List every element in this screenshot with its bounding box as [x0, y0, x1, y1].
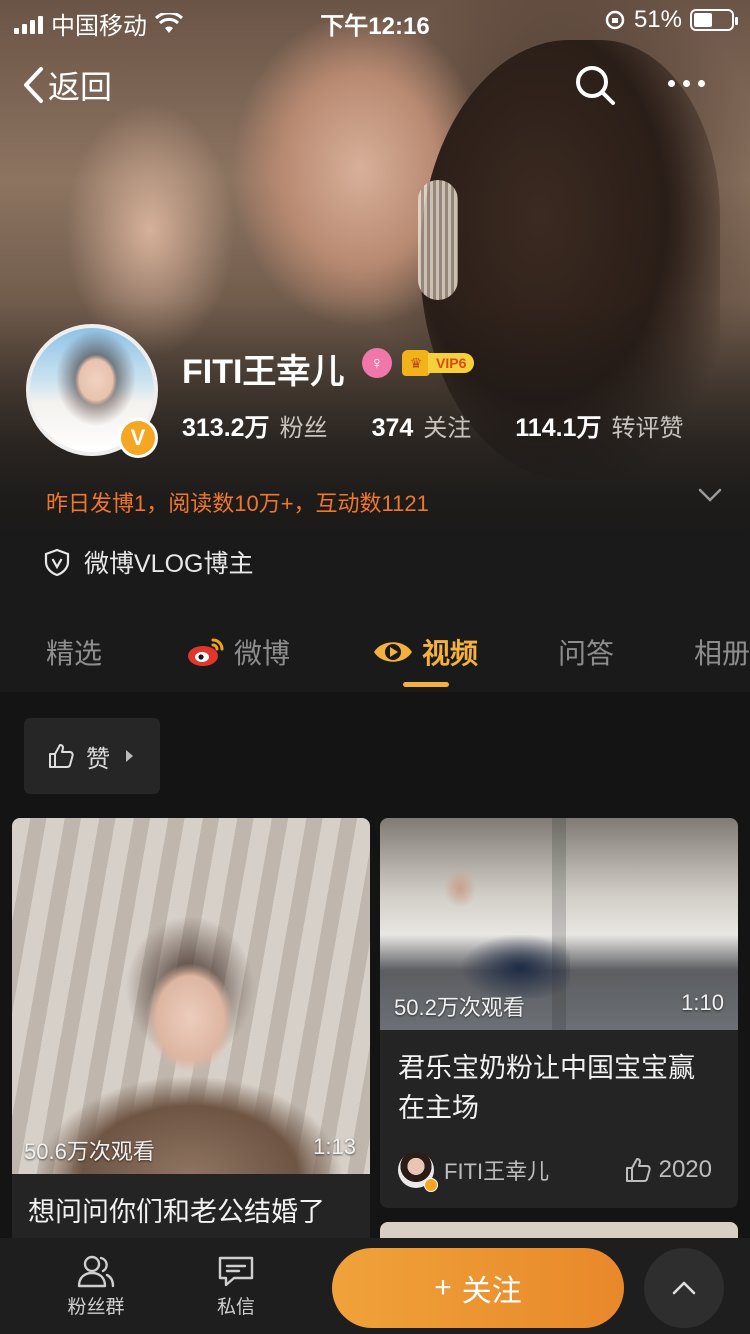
user-name: FITI王幸儿 [182, 353, 345, 391]
tab-videos[interactable]: 视频 [372, 632, 478, 672]
verification-label: 微博VLOG博主 [84, 550, 254, 578]
video-duration: 1:10 [681, 990, 724, 1015]
stat-following[interactable]: 374 关注 [372, 408, 472, 443]
author-name: FITI王幸儿 [444, 1159, 550, 1184]
verification-row: 微博VLOG博主 [44, 544, 253, 580]
stat-interactions[interactable]: 114.1万 转评赞 [515, 408, 683, 444]
view-count: 50.2万次观看 [394, 995, 525, 1020]
status-right: 51% [604, 6, 738, 34]
video-card[interactable]: 50.6万次观看 1:13 想问问你们和老公结婚了 [12, 818, 370, 1258]
thumbnail-figure [430, 858, 570, 998]
verified-badge-icon: V [118, 418, 158, 458]
tab-qa[interactable]: 问答 [558, 632, 614, 672]
status-bar: 中国移动 下午12:16 51% [0, 0, 750, 40]
more-dot-icon [668, 80, 675, 87]
tab-label: 相册 [694, 638, 750, 669]
tab-label: 精选 [46, 638, 103, 669]
cover-photo-earring [418, 180, 458, 300]
verified-badge-icon [424, 1178, 438, 1192]
search-icon [576, 66, 615, 105]
thumbs-up-icon [625, 1158, 651, 1182]
vip-badge[interactable]: ♛ VIP6 [402, 350, 475, 376]
follow-button[interactable]: + 关注 [332, 1248, 624, 1328]
messages-label: 私信 [216, 1297, 255, 1318]
back-label: 返回 [48, 69, 113, 105]
stat-value: 374 [371, 414, 414, 442]
more-dot-icon [698, 80, 705, 87]
scroll-to-top-button[interactable] [644, 1248, 724, 1328]
activity-summary: 昨日发博1，阅读数10万+，互动数1121 [46, 491, 429, 516]
video-eye-icon [374, 642, 412, 662]
view-count: 50.6万次观看 [24, 1139, 155, 1164]
battery-icon [690, 9, 738, 31]
caret-right-icon [126, 750, 133, 762]
fans-group-button[interactable]: 粉丝群 [56, 1254, 136, 1319]
more-button[interactable] [668, 80, 705, 87]
stat-label: 关注 [423, 415, 472, 442]
back-button[interactable]: 返回 [22, 62, 112, 108]
battery-percent: 51% [633, 6, 682, 33]
plus-icon: + [434, 1271, 452, 1304]
stat-label: 粉丝 [279, 415, 328, 442]
female-gender-icon: ♀ [362, 348, 392, 378]
expand-info-button[interactable] [698, 488, 722, 507]
users-icon [77, 1255, 115, 1288]
tab-album[interactable]: 相册 [694, 632, 750, 672]
shield-v-icon [44, 548, 70, 576]
tab-label: 视频 [422, 638, 479, 669]
fans-group-label: 粉丝群 [67, 1297, 125, 1318]
battery-level-fill [694, 13, 713, 27]
filter-label: 赞 [86, 745, 110, 773]
chevron-left-icon [24, 67, 43, 103]
chevron-up-icon [672, 1281, 696, 1295]
active-tab-indicator [403, 682, 449, 687]
tab-featured[interactable]: 精选 [46, 632, 102, 672]
chevron-down-icon [698, 488, 722, 502]
thumbs-up-icon [49, 744, 74, 768]
tab-label: 微博 [234, 638, 291, 669]
rotation-lock-icon [605, 10, 625, 30]
vip-level: VIP6 [428, 353, 475, 373]
stat-label: 转评赞 [611, 415, 684, 442]
stat-followers[interactable]: 313.2万 粉丝 [182, 408, 328, 444]
more-dot-icon [683, 80, 690, 87]
search-button[interactable] [574, 64, 616, 111]
stat-value: 313.2万 [182, 414, 270, 442]
video-author[interactable]: FITI王幸儿 [398, 1152, 550, 1192]
like-button[interactable]: 2020 [625, 1156, 712, 1184]
sort-filter-button[interactable]: 赞 [24, 718, 160, 794]
tab-label: 问答 [558, 638, 615, 669]
message-icon [218, 1256, 254, 1287]
video-card[interactable]: 50.2万次观看 1:10 君乐宝奶粉让中国宝宝赢 在主场 FITI王幸儿 20… [380, 818, 738, 1208]
video-duration: 1:13 [313, 1134, 356, 1159]
video-title: 想问问你们和老公结婚了 [28, 1197, 325, 1227]
stat-value: 114.1万 [515, 414, 602, 442]
messages-button[interactable]: 私信 [196, 1254, 276, 1319]
profile-tabs: 精选 微博 视频 问答 相册 [0, 600, 750, 692]
video-title-line-1: 君乐宝奶粉让中国宝宝赢 [398, 1053, 695, 1083]
profile-stats: 313.2万 粉丝 374 关注 114.1万 转评赞 [182, 408, 683, 444]
weibo-logo-icon [188, 638, 224, 666]
author-avatar [398, 1152, 438, 1192]
tab-weibo[interactable]: 微博 [186, 632, 290, 672]
follow-label: 关注 [461, 1275, 522, 1308]
like-count: 2020 [658, 1156, 712, 1183]
video-thumbnail [12, 818, 370, 1174]
crown-icon: ♛ [402, 350, 430, 376]
video-title-line-2: 在主场 [398, 1093, 479, 1123]
